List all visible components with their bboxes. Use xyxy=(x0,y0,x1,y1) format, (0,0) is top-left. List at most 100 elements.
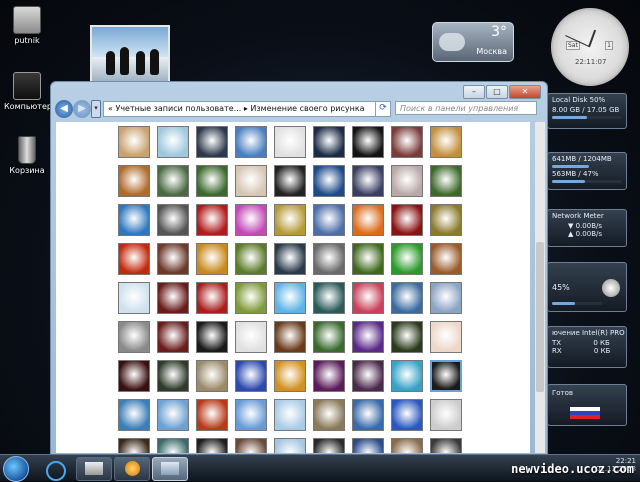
user-picture-option[interactable] xyxy=(430,204,462,236)
close-button[interactable]: ✕ xyxy=(509,85,541,99)
user-picture-option[interactable] xyxy=(313,126,345,158)
user-picture-option[interactable] xyxy=(391,360,423,392)
user-picture-option[interactable] xyxy=(157,438,189,453)
user-picture-option[interactable] xyxy=(157,360,189,392)
user-picture-option[interactable] xyxy=(352,243,384,275)
user-picture-option[interactable] xyxy=(274,126,306,158)
user-picture-option[interactable] xyxy=(391,282,423,314)
user-picture-option[interactable] xyxy=(274,204,306,236)
adapter-gadget[interactable]: ючение Intel(R) PRO TX 0 КБ RX 0 КБ xyxy=(547,326,627,368)
user-picture-option[interactable] xyxy=(430,243,462,275)
user-picture-option[interactable] xyxy=(235,360,267,392)
user-picture-option[interactable] xyxy=(313,438,345,453)
status-gadget[interactable]: Готов xyxy=(547,384,627,426)
user-picture-option[interactable] xyxy=(313,360,345,392)
user-picture-option[interactable] xyxy=(235,399,267,431)
user-picture-option[interactable] xyxy=(352,399,384,431)
user-picture-option[interactable] xyxy=(352,360,384,392)
user-picture-option[interactable] xyxy=(313,282,345,314)
user-picture-option[interactable] xyxy=(118,321,150,353)
volume-knob-icon[interactable] xyxy=(602,279,620,297)
user-picture-option[interactable] xyxy=(430,321,462,353)
search-input[interactable]: Поиск в панели управления xyxy=(395,101,537,115)
user-picture-option[interactable] xyxy=(157,321,189,353)
user-picture-option[interactable] xyxy=(274,282,306,314)
user-picture-option[interactable] xyxy=(430,399,462,431)
user-picture-option[interactable] xyxy=(118,243,150,275)
user-picture-option[interactable] xyxy=(196,165,228,197)
user-picture-option[interactable] xyxy=(391,165,423,197)
scrollbar-thumb[interactable] xyxy=(536,242,544,392)
minimize-button[interactable]: – xyxy=(463,85,485,99)
user-picture-option[interactable] xyxy=(430,360,462,392)
user-picture-option[interactable] xyxy=(157,282,189,314)
desktop-icon-computer[interactable]: Компьютер xyxy=(4,72,52,111)
user-picture-option[interactable] xyxy=(391,126,423,158)
user-picture-option[interactable] xyxy=(313,399,345,431)
user-picture-option[interactable] xyxy=(118,204,150,236)
user-picture-option[interactable] xyxy=(196,360,228,392)
user-picture-option[interactable] xyxy=(157,399,189,431)
user-picture-option[interactable] xyxy=(391,399,423,431)
user-picture-option[interactable] xyxy=(196,243,228,275)
user-picture-option[interactable] xyxy=(274,360,306,392)
user-picture-option[interactable] xyxy=(235,282,267,314)
user-picture-option[interactable] xyxy=(157,204,189,236)
user-picture-option[interactable] xyxy=(430,282,462,314)
user-picture-option[interactable] xyxy=(235,126,267,158)
vertical-scrollbar[interactable] xyxy=(535,122,545,453)
user-picture-option[interactable] xyxy=(118,399,150,431)
user-picture-option[interactable] xyxy=(157,126,189,158)
disk-gadget[interactable]: Local Disk 50% 8.00 GB / 17.05 GB xyxy=(547,93,627,129)
user-picture-option[interactable] xyxy=(313,321,345,353)
user-picture-option[interactable] xyxy=(235,165,267,197)
user-picture-option[interactable] xyxy=(352,438,384,453)
user-picture-option[interactable] xyxy=(274,165,306,197)
clock-gadget[interactable]: Sat 1 22:11:07 xyxy=(551,8,629,86)
user-picture-option[interactable] xyxy=(196,282,228,314)
user-picture-option[interactable] xyxy=(274,399,306,431)
user-picture-option[interactable] xyxy=(352,204,384,236)
user-picture-option[interactable] xyxy=(313,204,345,236)
memory-gadget[interactable]: 641MB / 1204MB 563MB / 47% xyxy=(547,152,627,190)
user-picture-option[interactable] xyxy=(235,204,267,236)
user-picture-option[interactable] xyxy=(118,165,150,197)
user-picture-option[interactable] xyxy=(118,360,150,392)
ie-taskbar-button[interactable] xyxy=(40,457,72,481)
user-picture-option[interactable] xyxy=(196,321,228,353)
user-picture-option[interactable] xyxy=(352,165,384,197)
user-picture-option[interactable] xyxy=(352,321,384,353)
maximize-button[interactable]: □ xyxy=(486,85,508,99)
refresh-button[interactable]: ⟳ xyxy=(375,101,391,117)
user-picture-option[interactable] xyxy=(196,399,228,431)
address-bar[interactable]: « Учетные записи пользовате... ▸ Изменен… xyxy=(103,101,379,117)
explorer-taskbar-button[interactable] xyxy=(76,457,112,481)
user-picture-option[interactable] xyxy=(235,438,267,453)
user-picture-option[interactable] xyxy=(313,243,345,275)
user-picture-option[interactable] xyxy=(274,438,306,453)
user-picture-option[interactable] xyxy=(235,243,267,275)
user-picture-option[interactable] xyxy=(196,438,228,453)
forward-button[interactable]: ▶ xyxy=(73,100,91,118)
user-picture-option[interactable] xyxy=(313,165,345,197)
user-picture-option[interactable] xyxy=(274,243,306,275)
user-picture-option[interactable] xyxy=(274,321,306,353)
media-player-taskbar-button[interactable] xyxy=(114,457,150,481)
user-picture-option[interactable] xyxy=(430,126,462,158)
start-button[interactable] xyxy=(3,456,29,482)
user-picture-option[interactable] xyxy=(391,321,423,353)
network-gadget[interactable]: Network Meter ▼ 0.00B/s ▲ 0.00B/s xyxy=(547,209,627,247)
user-picture-option[interactable] xyxy=(391,243,423,275)
weather-gadget[interactable]: 3° Москва xyxy=(432,22,514,62)
user-picture-option[interactable] xyxy=(352,282,384,314)
user-picture-option[interactable] xyxy=(235,321,267,353)
user-picture-option[interactable] xyxy=(391,204,423,236)
user-picture-option[interactable] xyxy=(118,282,150,314)
user-picture-option[interactable] xyxy=(157,243,189,275)
user-picture-option[interactable] xyxy=(430,165,462,197)
user-picture-option[interactable] xyxy=(196,126,228,158)
volume-gadget[interactable]: 45% xyxy=(547,262,627,312)
user-picture-option[interactable] xyxy=(391,438,423,453)
desktop-icon-recycle-bin[interactable]: Корзина xyxy=(4,136,50,175)
user-picture-option[interactable] xyxy=(352,126,384,158)
